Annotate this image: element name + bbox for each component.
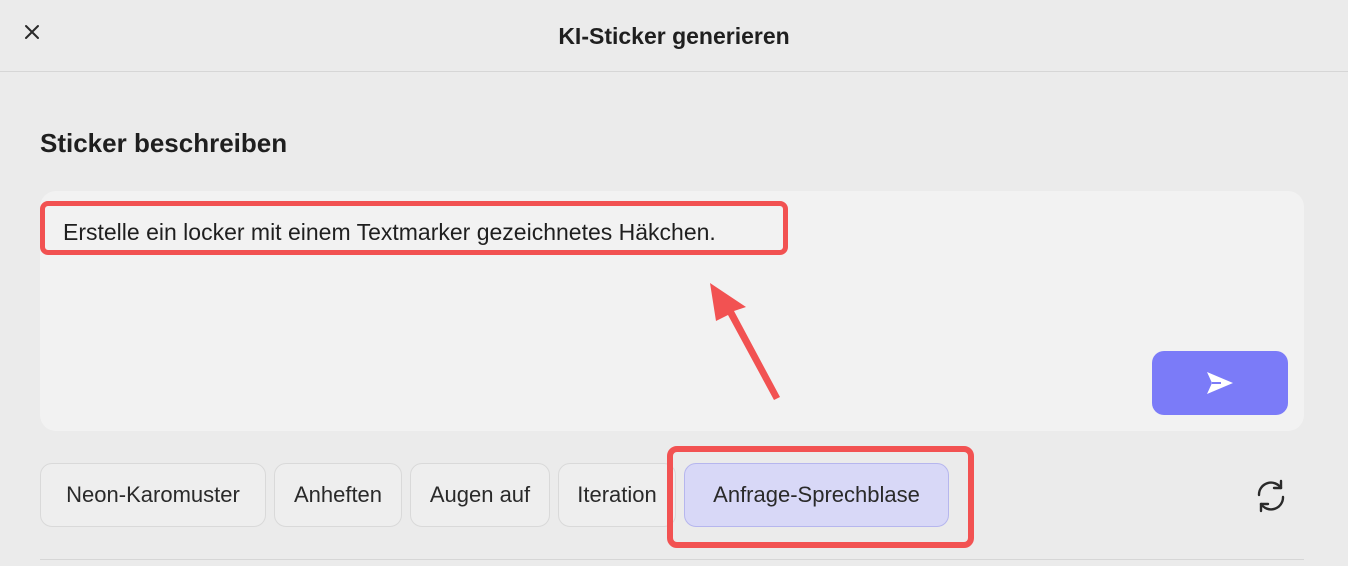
bottom-divider: [40, 559, 1304, 560]
refresh-suggestions-button[interactable]: [1250, 475, 1292, 517]
dialog-header: KI-Sticker generieren: [0, 0, 1348, 72]
sticker-dialog: KI-Sticker generieren Sticker beschreibe…: [0, 0, 1348, 566]
close-icon: [25, 25, 39, 39]
dialog-title: KI-Sticker generieren: [558, 23, 790, 49]
section-title: Sticker beschreiben: [40, 128, 288, 158]
refresh-icon: [1257, 479, 1285, 513]
chip-neon-karomuster[interactable]: Neon-Karomuster: [40, 463, 266, 527]
chip-anfrage-sprechblase[interactable]: Anfrage-Sprechblase: [684, 463, 949, 527]
close-button[interactable]: [18, 18, 46, 46]
chip-iteration[interactable]: Iteration: [558, 463, 676, 527]
chip-augen-auf[interactable]: Augen auf: [410, 463, 550, 527]
prompt-input-text[interactable]: Erstelle ein locker mit einem Textmarker…: [40, 201, 788, 255]
send-icon: [1207, 372, 1233, 394]
send-button[interactable]: [1152, 351, 1288, 415]
chip-anheften[interactable]: Anheften: [274, 463, 402, 527]
